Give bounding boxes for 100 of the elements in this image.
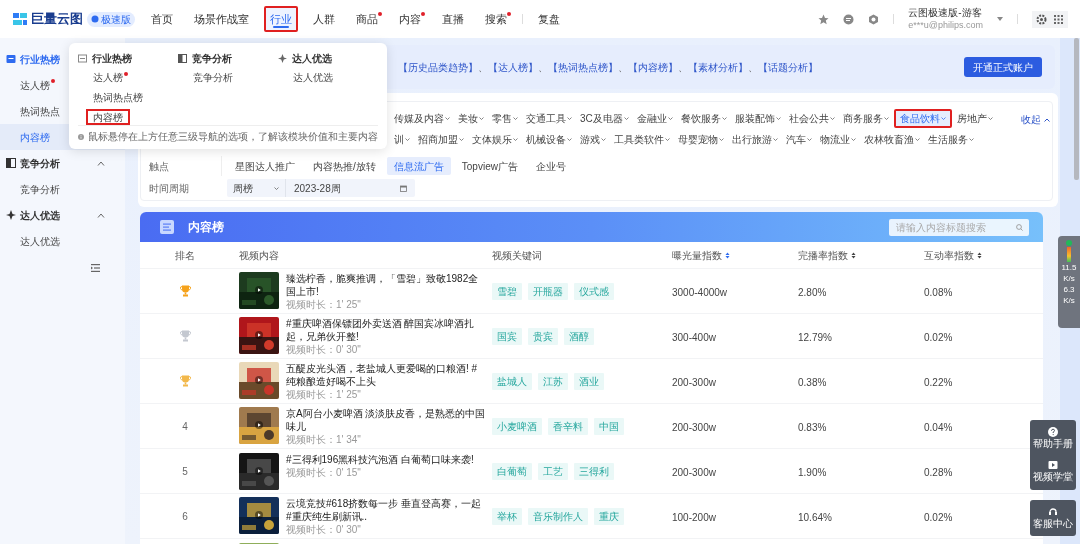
column-header: 排名: [174, 248, 196, 263]
touchpoint-option[interactable]: Topview广告: [454, 157, 525, 175]
nav-tab[interactable]: 搜索: [479, 6, 513, 32]
floating-button[interactable]: 视频学堂: [1033, 460, 1073, 483]
industry-option[interactable]: 工具类软件: [611, 130, 673, 149]
sidebar-item[interactable]: 竞争分析: [0, 176, 125, 202]
play-icon: [255, 510, 263, 519]
keyword-tag: 雪碧: [492, 282, 522, 300]
keyword-tag: 三得利: [574, 462, 614, 480]
nav-tab[interactable]: 人群: [307, 6, 341, 32]
speed-unit: K/s: [1063, 296, 1075, 306]
table-cell: 0.02%: [924, 512, 953, 523]
user-email: e***u@philips.com: [908, 19, 983, 32]
industry-option[interactable]: 社会公共: [785, 109, 838, 128]
touchpoint-option[interactable]: 星图达人推广: [228, 157, 302, 175]
list-icon: [160, 220, 174, 234]
industry-option[interactable]: 文体娱乐: [469, 130, 521, 149]
industry-option[interactable]: 汽车: [783, 130, 815, 149]
industry-option[interactable]: 房地产: [953, 109, 996, 128]
video-duration: 视频时长：1' 25": [286, 297, 362, 311]
open-account-button[interactable]: 开通正式账户: [964, 57, 1042, 77]
industry-option[interactable]: 商务服务: [839, 109, 892, 128]
video-duration: 视频时长：0' 15": [286, 465, 362, 479]
nav-tab[interactable]: 行业: [264, 6, 298, 32]
menu-item[interactable]: 达人优选: [286, 69, 340, 85]
industry-option[interactable]: 招商加盟: [415, 130, 467, 149]
industry-option[interactable]: 出行旅游: [729, 130, 781, 149]
banner-link[interactable]: 【话题分析】: [758, 61, 818, 73]
industry-option[interactable]: 游戏: [577, 130, 609, 149]
nav-tab[interactable]: 内容: [393, 6, 427, 32]
industry-option[interactable]: 训: [391, 130, 413, 149]
nav-tab[interactable]: 场景作战室: [188, 6, 255, 32]
floating-button[interactable]: 帮助手册: [1033, 427, 1073, 450]
industry-option[interactable]: 生活服务: [925, 130, 977, 149]
column-header[interactable]: 曝光量指数: [672, 247, 798, 263]
banner-link[interactable]: 【素材分析】: [688, 61, 748, 73]
period-type-select[interactable]: 周榜: [227, 179, 285, 197]
industry-option[interactable]: 餐饮服务: [677, 109, 730, 128]
chevron-down-icon: [459, 138, 464, 141]
logo-icon: [13, 13, 27, 25]
play-icon: [255, 420, 263, 429]
scrollbar-thumb[interactable]: [1074, 38, 1079, 180]
video-title[interactable]: 云境竞技#618挤数每一步 垂直登高赛，一起#重庆纯生刷新讯..: [286, 496, 486, 523]
video-title[interactable]: #重庆啤酒保镖团外卖送酒 醉国宾冰啤酒扎起，兄弟伙开整!: [286, 316, 486, 343]
video-title[interactable]: 京A阿台小麦啤酒 淡淡肤皮香，是熟悉的中国味儿: [286, 406, 486, 433]
industry-option[interactable]: 交通工具: [523, 109, 575, 128]
video-duration: 视频时长：0' 30": [286, 522, 362, 536]
sidebar-item[interactable]: 达人优选: [0, 228, 125, 254]
menu-item[interactable]: 热词热点榜: [86, 89, 150, 105]
industry-option[interactable]: 农林牧畜渔: [861, 130, 923, 149]
play-icon: [255, 285, 263, 294]
menu-item[interactable]: 内容榜: [86, 109, 130, 125]
chevron-down-icon: [940, 117, 946, 120]
video-duration: 视频时长：0' 30": [286, 342, 362, 356]
sidebar-group-label[interactable]: 达人优选: [20, 207, 60, 223]
column-header[interactable]: 互动率指数: [924, 247, 1043, 263]
rank-number: 4: [182, 419, 188, 434]
week-picker[interactable]: 2023-28周: [285, 179, 415, 197]
video-title[interactable]: 臻选柠香，脆爽推调，「雪碧」致敬1982全国上市!: [286, 271, 486, 298]
industry-option[interactable]: 美妆: [455, 109, 487, 128]
industry-option[interactable]: 物流业: [817, 130, 859, 149]
industry-option[interactable]: 服装配饰: [731, 109, 784, 128]
touchpoint-option[interactable]: 信息流广告: [386, 157, 451, 175]
industry-option[interactable]: 机械设备: [523, 130, 575, 149]
banner-link[interactable]: 【内容榜】: [628, 61, 678, 73]
keyword-tag: 工艺: [538, 462, 568, 480]
chevron-down-icon: [567, 117, 572, 120]
table-cell: 200-300w: [672, 422, 716, 433]
nav-tab[interactable]: 直播: [436, 6, 470, 32]
industry-option[interactable]: 母婴宠物: [675, 130, 727, 149]
chevron-down-icon: [775, 117, 781, 120]
search-icon: [1016, 224, 1023, 231]
industry-option[interactable]: 食品饮料: [893, 109, 952, 128]
column-header[interactable]: 完播率指数: [798, 247, 924, 263]
nav-tab[interactable]: 复盘: [532, 6, 566, 32]
keyword-tag: 白葡萄: [492, 462, 532, 480]
menu-item[interactable]: 竞争分析: [186, 69, 240, 85]
filter-label: 时间周期: [148, 181, 190, 196]
industry-option[interactable]: 零售: [489, 109, 521, 128]
touchpoint-option[interactable]: 企业号: [528, 157, 573, 175]
nav-tab[interactable]: 首页: [145, 6, 179, 32]
industry-option[interactable]: 传媒及内容: [391, 109, 453, 128]
menu-item[interactable]: 达人榜: [86, 69, 135, 85]
video-title[interactable]: 五醍皮光头酒，老盐城人更爱喝的口粮酒! #纯粮酿造好喝不上头: [286, 361, 486, 388]
play-icon: [255, 330, 263, 339]
rank-number: 6: [182, 509, 188, 524]
keyword-tag: 仪式感: [574, 282, 614, 300]
nav-tab[interactable]: 商品: [350, 6, 384, 32]
banner-link[interactable]: 【热词热点榜】: [548, 61, 618, 73]
video-title[interactable]: #三得利196黑科技汽泡酒 白葡萄口味来袭!: [286, 452, 486, 466]
sidebar-group-label[interactable]: 竞争分析: [20, 155, 60, 171]
banner-link[interactable]: 【达人榜】: [488, 61, 538, 73]
industry-option[interactable]: 金融业: [633, 109, 676, 128]
industry-option[interactable]: 3C及电器: [577, 109, 632, 128]
search-field[interactable]: 请输入内容标题搜索: [889, 218, 1029, 236]
sidebar-group-label[interactable]: 行业热榜: [20, 51, 60, 67]
collapse-link[interactable]: 收起: [1021, 112, 1050, 127]
touchpoint-option[interactable]: 内容热推/放转: [306, 157, 383, 175]
collapse-menu-icon: [91, 264, 100, 272]
banner-link[interactable]: 【历史品类趋势】: [398, 61, 478, 73]
